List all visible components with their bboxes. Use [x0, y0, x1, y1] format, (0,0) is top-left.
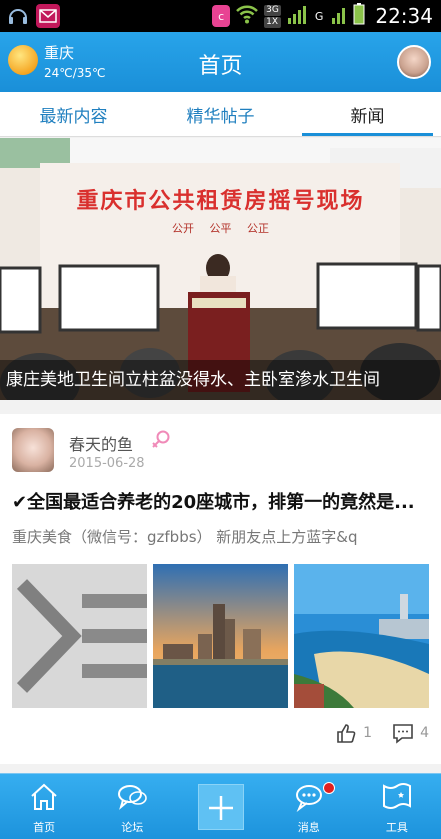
nav-messages[interactable]: 消息 [265, 774, 353, 839]
post-card[interactable]: 春天的鱼 2015-06-28 ✔全国最适合养老的20座城市，排第一的竟然是..… [0, 414, 441, 764]
nav-home-label: 首页 [33, 821, 56, 834]
nav-post[interactable] [176, 774, 264, 839]
post-author-avatar[interactable] [12, 428, 54, 472]
post-author-name[interactable]: 春天的鱼 [69, 431, 133, 455]
nav-home[interactable]: 首页 [0, 774, 88, 839]
headset-icon [6, 4, 30, 28]
nav-tools[interactable]: 工具 [353, 774, 441, 839]
comment-icon[interactable] [392, 722, 414, 744]
tab-news[interactable]: 新闻 [294, 92, 441, 136]
post-title[interactable]: ✔全国最适合养老的20座城市，排第一的竟然是... [12, 488, 432, 514]
user-avatar[interactable] [397, 45, 431, 79]
post-thumbnails [12, 564, 430, 708]
bottom-navigation: 首页 论坛 消息 工具 [0, 773, 441, 839]
post-date: 2015-06-28 [69, 456, 145, 471]
like-icon[interactable] [335, 722, 357, 744]
banner-caption[interactable]: 康庄美地卫生间立柱盆没得水、主卧室渗水卫生间 [0, 360, 441, 400]
tab-featured[interactable]: 精华帖子 [147, 92, 294, 136]
nav-messages-label: 消息 [297, 821, 320, 834]
status-bar: c 3G 1X G 22:34 [0, 0, 441, 32]
comment-count: 4 [420, 725, 429, 741]
plus-icon[interactable] [197, 784, 244, 830]
app-header: 重庆 24℃/35℃ 首页 [0, 32, 441, 92]
page-title: 首页 [198, 54, 243, 79]
post-stats: 1 4 [335, 722, 429, 744]
clock: 22:34 [375, 4, 433, 28]
chat-bubble-icon [118, 785, 148, 810]
post-excerpt: 重庆美食（微信号：gzfbbs） 新朋友点上方蓝字&q [12, 528, 358, 546]
home-icon [31, 783, 57, 810]
wifi-icon [236, 4, 259, 28]
nav-tools-label: 工具 [385, 821, 408, 834]
signal-icon [287, 3, 307, 29]
tab-latest[interactable]: 最新内容 [0, 92, 147, 136]
post-thumbnail-1[interactable] [12, 564, 147, 708]
mobile-data-label: G [314, 9, 324, 23]
signal-icon-2 [331, 3, 347, 29]
news-banner[interactable]: 重庆市公共租赁房摇号现场 公开 公平 公正 康庄美地卫生间立柱盆没得水、主卧室渗… [0, 138, 441, 400]
network-type-indicator: 3G 1X [264, 4, 281, 28]
message-badge [322, 782, 335, 794]
post-thumbnail-2[interactable] [153, 564, 288, 708]
tools-icon [382, 783, 411, 809]
like-count: 1 [363, 725, 373, 741]
nav-forum-label: 论坛 [121, 821, 144, 834]
post-thumbnail-3[interactable] [294, 564, 429, 708]
app-notification-icon: c [212, 5, 231, 27]
app-screen: c 3G 1X G 22:34 重庆 24℃/35℃ 首页 最新内容 精华帖子 … [0, 0, 441, 839]
battery-icon [353, 3, 365, 29]
message-icon [295, 785, 322, 812]
nav-forum[interactable]: 论坛 [88, 774, 176, 839]
female-gender-icon [152, 430, 170, 448]
banner-stage-subtitle: 公开 公平 公正 [172, 222, 269, 235]
mail-notification-icon [36, 4, 60, 28]
content-tabs: 最新内容 精华帖子 新闻 [0, 92, 441, 137]
banner-stage-title: 重庆市公共租赁房摇号现场 [76, 189, 365, 214]
